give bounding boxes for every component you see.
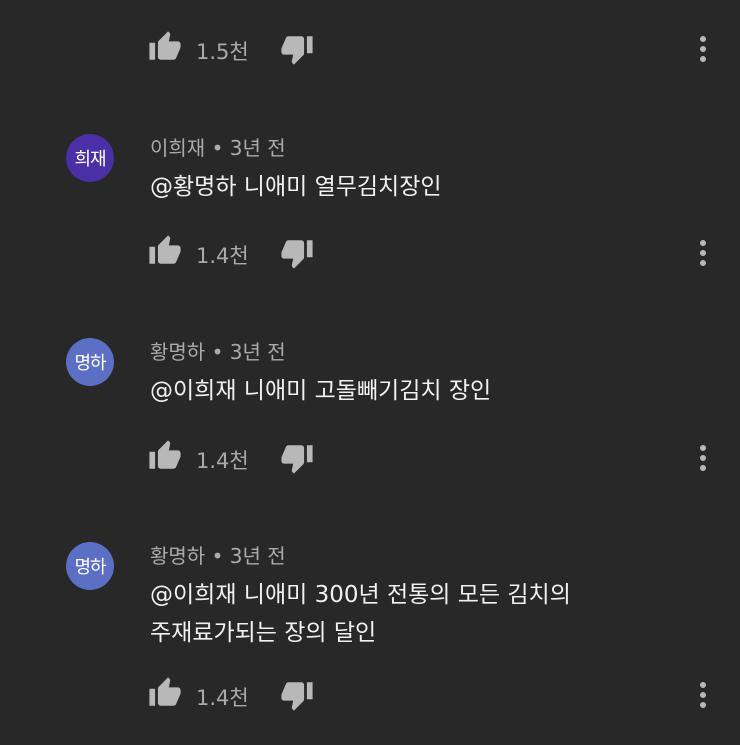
author-name[interactable]: 이희재 (150, 136, 205, 160)
comment-text: @황명하 니애미 열무김치장인 (150, 168, 442, 206)
dislike-button[interactable] (280, 32, 314, 66)
like-count: 1.4천 (196, 244, 249, 268)
dot (700, 250, 706, 256)
timestamp[interactable]: 3년 전 (230, 136, 286, 160)
comment-actions: 1.4천 (0, 674, 740, 714)
like-button[interactable] (148, 30, 182, 64)
like-count: 1.4천 (196, 449, 249, 473)
comment-line: @이희재 니애미 300년 전통의 모든 김치의 (150, 582, 571, 608)
thumbs-down-icon (281, 682, 313, 711)
timestamp[interactable]: 3년 전 (230, 544, 286, 568)
separator: • (211, 136, 224, 160)
dot (700, 465, 706, 471)
like-button[interactable] (148, 234, 182, 268)
dislike-button[interactable] (280, 236, 314, 270)
thumbs-down-icon (281, 240, 313, 269)
dot (700, 240, 706, 246)
more-options-button[interactable] (690, 28, 718, 68)
separator: • (211, 544, 224, 568)
timestamp[interactable]: 3년 전 (230, 340, 286, 364)
like-button[interactable] (148, 439, 182, 473)
dot (700, 56, 706, 62)
avatar-text: 명하 (74, 353, 106, 374)
more-options-button[interactable] (690, 232, 718, 272)
like-button[interactable] (148, 676, 182, 710)
dislike-button[interactable] (280, 678, 314, 712)
thumbs-down-icon (281, 445, 313, 474)
more-options-button[interactable] (690, 674, 718, 714)
dot (700, 260, 706, 266)
comment-actions: 1.5천 (0, 28, 740, 68)
comment-text: @이희재 니애미 고돌빼기김치 장인 (150, 372, 491, 410)
thumbs-down-icon (281, 36, 313, 65)
dot (700, 692, 706, 698)
dislike-button[interactable] (280, 441, 314, 475)
thumbs-up-icon (149, 31, 181, 60)
separator: • (211, 340, 224, 364)
thumbs-up-icon (149, 440, 181, 469)
author-name[interactable]: 황명하 (150, 340, 205, 364)
avatar-text: 명하 (74, 557, 106, 578)
comment-line: @이희재 니애미 고돌빼기김치 장인 (150, 378, 492, 404)
thumbs-up-icon (149, 677, 181, 706)
comment-meta: 황명하 • 3년 전 (150, 540, 286, 569)
comment-line: @황명하 니애미 열무김치장인 (150, 174, 442, 200)
avatar[interactable]: 명하 (66, 542, 114, 590)
dot (700, 702, 706, 708)
comment-meta: 황명하 • 3년 전 (150, 336, 286, 365)
dot (700, 36, 706, 42)
comment-line: 주재료가되는 장의 달인 (150, 620, 377, 646)
dot (700, 445, 706, 451)
avatar[interactable]: 희재 (66, 134, 114, 182)
more-options-button[interactable] (690, 437, 718, 477)
dot (700, 46, 706, 52)
thumbs-up-icon (149, 235, 181, 264)
comment-text: @이희재 니애미 300년 전통의 모든 김치의 주재료가되는 장의 달인 (150, 576, 571, 652)
comment-actions: 1.4천 (0, 437, 740, 477)
dot (700, 455, 706, 461)
like-count: 1.4천 (196, 686, 249, 710)
dot (700, 682, 706, 688)
avatar-text: 희재 (74, 149, 106, 170)
like-count: 1.5천 (196, 40, 249, 64)
avatar[interactable]: 명하 (66, 338, 114, 386)
comment-meta: 이희재 • 3년 전 (150, 132, 286, 161)
author-name[interactable]: 황명하 (150, 544, 205, 568)
comment-actions: 1.4천 (0, 232, 740, 272)
